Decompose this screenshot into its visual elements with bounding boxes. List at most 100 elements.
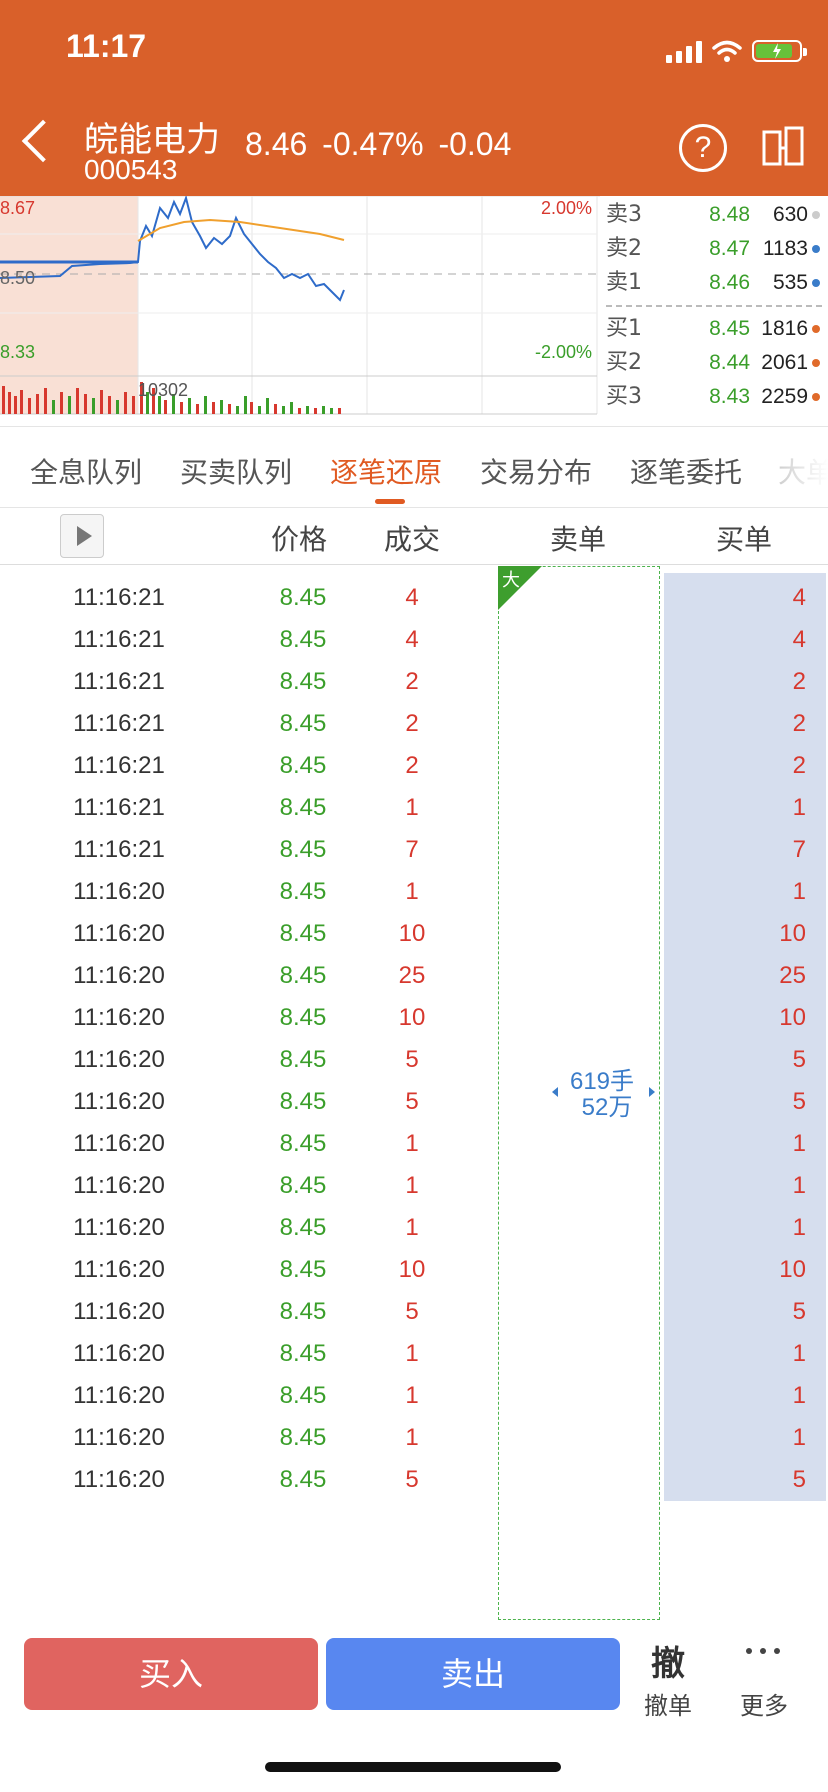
buy-order-volume: 10 bbox=[779, 920, 806, 947]
table-row[interactable]: 11:16:20 8.45 1 1 bbox=[0, 1118, 828, 1167]
table-row[interactable]: 11:16:21 8.45 2 2 bbox=[0, 656, 828, 705]
chart-low-label: 8.33 bbox=[0, 342, 36, 362]
home-indicator[interactable] bbox=[265, 1762, 561, 1772]
buy-order-volume: 1 bbox=[792, 1172, 806, 1199]
table-row[interactable]: 11:16:20 8.45 10 10 bbox=[0, 992, 828, 1041]
trade-time: 11:16:20 bbox=[73, 1256, 165, 1283]
buy-order-volume: 5 bbox=[792, 1466, 806, 1493]
trade-price: 8.45 bbox=[279, 1256, 327, 1283]
sell-button[interactable]: 卖出 bbox=[326, 1638, 620, 1710]
table-row[interactable]: 11:16:20 8.45 10 10 bbox=[0, 1244, 828, 1293]
cancel-order-label[interactable]: 撤单 bbox=[636, 1686, 700, 1721]
trade-volume: 5 bbox=[405, 1046, 419, 1073]
trade-volume: 1 bbox=[405, 794, 419, 821]
tab-tick-orders[interactable]: 逐笔委托 bbox=[630, 451, 742, 491]
tab-trade-distribution[interactable]: 交易分布 bbox=[480, 451, 592, 491]
battery-icon bbox=[752, 40, 807, 62]
bid-row: 买1 8.45 1816 bbox=[600, 312, 828, 346]
trade-time: 11:16:20 bbox=[73, 1298, 165, 1325]
bid-dot bbox=[812, 325, 820, 333]
table-row[interactable]: 11:16:20 8.45 1 1 bbox=[0, 1328, 828, 1377]
more-label[interactable]: 更多 bbox=[732, 1686, 796, 1721]
bid-dot bbox=[812, 359, 820, 367]
chart-high-label: 8.67 bbox=[0, 198, 36, 218]
table-row[interactable]: 11:16:20 8.45 1 1 bbox=[0, 866, 828, 915]
bid-level-label: 买3 bbox=[606, 384, 642, 409]
more-icon[interactable] bbox=[744, 1646, 784, 1656]
table-row[interactable]: 11:16:20 8.45 5 5 bbox=[0, 1286, 828, 1335]
tab-tick-restore[interactable]: 逐笔还原 bbox=[330, 451, 442, 491]
trade-volume: 1 bbox=[405, 878, 419, 905]
trade-volume: 2 bbox=[405, 752, 419, 779]
table-row[interactable]: 11:16:20 8.45 5 5 bbox=[0, 1454, 828, 1503]
tab-full-queue[interactable]: 全息队列 bbox=[30, 451, 142, 491]
back-icon[interactable] bbox=[21, 119, 65, 163]
trade-time: 11:16:20 bbox=[73, 1004, 165, 1031]
buy-order-volume: 10 bbox=[779, 1004, 806, 1031]
trade-time: 11:16:20 bbox=[73, 1382, 165, 1409]
bid-volume: 2061 bbox=[761, 351, 808, 374]
chart-down-pct-label: -2.00% bbox=[534, 342, 592, 362]
trade-time: 11:16:20 bbox=[73, 962, 165, 989]
table-row[interactable]: 11:16:20 8.45 1 1 bbox=[0, 1412, 828, 1461]
intraday-chart[interactable]: 8.67 8.50 8.33 2.00% -2.00% 10302 bbox=[0, 194, 600, 426]
table-row[interactable]: 11:16:20 8.45 25 25 bbox=[0, 950, 828, 999]
help-icon[interactable]: ? bbox=[679, 124, 727, 172]
order-book[interactable]: 卖3 8.48 630 卖2 8.47 1183 卖1 8.46 535 买1 … bbox=[600, 196, 828, 426]
trade-time: 11:16:20 bbox=[73, 1214, 165, 1241]
trade-volume: 1 bbox=[405, 1214, 419, 1241]
trade-volume: 5 bbox=[405, 1298, 419, 1325]
trade-price: 8.45 bbox=[279, 1130, 327, 1157]
status-icons bbox=[666, 36, 807, 66]
buy-order-volume: 2 bbox=[792, 668, 806, 695]
table-row[interactable]: 11:16:20 8.45 1 1 bbox=[0, 1202, 828, 1251]
table-row[interactable]: 11:16:21 8.45 4 4 bbox=[0, 572, 828, 621]
table-row[interactable]: 11:16:20 8.45 5 5 bbox=[0, 1076, 828, 1125]
table-row[interactable]: 11:16:20 8.45 1 1 bbox=[0, 1370, 828, 1419]
table-row[interactable]: 11:16:21 8.45 2 2 bbox=[0, 740, 828, 789]
trade-time: 11:16:21 bbox=[73, 584, 165, 611]
bid-price: 8.44 bbox=[709, 351, 750, 374]
chart-volume-label: 10302 bbox=[138, 380, 189, 400]
tab-bid-ask-queue[interactable]: 买卖队列 bbox=[180, 451, 292, 491]
trade-price: 8.45 bbox=[279, 1340, 327, 1367]
buy-column-header: 买单 bbox=[715, 523, 772, 556]
table-row[interactable]: 11:16:21 8.45 2 2 bbox=[0, 698, 828, 747]
trade-volume: 5 bbox=[405, 1088, 419, 1115]
quote-line: 8.46 -0.47% -0.04 bbox=[245, 126, 511, 163]
trade-price: 8.45 bbox=[279, 1172, 327, 1199]
ask-row: 卖2 8.47 1183 bbox=[600, 232, 828, 266]
bid-volume: 2259 bbox=[761, 385, 808, 408]
trade-volume: 7 bbox=[405, 836, 419, 863]
table-row[interactable]: 11:16:21 8.45 7 7 bbox=[0, 824, 828, 873]
trade-time: 11:16:20 bbox=[73, 1130, 165, 1157]
table-row[interactable]: 11:16:21 8.45 1 1 bbox=[0, 782, 828, 831]
trade-volume: 10 bbox=[398, 1004, 426, 1031]
wifi-icon bbox=[712, 40, 742, 62]
table-row[interactable]: 11:16:20 8.45 5 5 bbox=[0, 1034, 828, 1083]
buy-order-volume: 5 bbox=[792, 1088, 806, 1115]
table-row[interactable]: 11:16:20 8.45 10 10 bbox=[0, 908, 828, 957]
trade-price: 8.45 bbox=[279, 1214, 327, 1241]
trade-price: 8.45 bbox=[279, 1088, 327, 1115]
trade-volume: 25 bbox=[398, 962, 426, 989]
trade-price: 8.45 bbox=[279, 1382, 327, 1409]
buy-order-volume: 2 bbox=[792, 752, 806, 779]
ask-volume: 535 bbox=[772, 271, 808, 294]
trade-time: 11:16:21 bbox=[73, 626, 165, 653]
trade-price: 8.45 bbox=[279, 752, 327, 779]
switch-layout-icon[interactable] bbox=[762, 124, 806, 168]
change-percent: -0.47% bbox=[322, 126, 424, 162]
table-row[interactable]: 11:16:21 8.45 4 4 bbox=[0, 614, 828, 663]
cancel-order-icon[interactable]: 撤 bbox=[646, 1636, 690, 1685]
trade-time: 11:16:20 bbox=[73, 1172, 165, 1199]
buy-button[interactable]: 买入 bbox=[24, 1638, 318, 1710]
volume-column-header: 成交 bbox=[383, 523, 440, 556]
ask-level-label: 卖3 bbox=[606, 202, 642, 227]
ask-level-label: 卖2 bbox=[606, 236, 642, 261]
trade-time: 11:16:20 bbox=[73, 1466, 165, 1493]
table-row[interactable]: 11:16:20 8.45 1 1 bbox=[0, 1160, 828, 1209]
ask-level-label: 卖1 bbox=[606, 270, 642, 295]
play-button[interactable] bbox=[60, 514, 104, 558]
trade-price: 8.45 bbox=[279, 836, 327, 863]
